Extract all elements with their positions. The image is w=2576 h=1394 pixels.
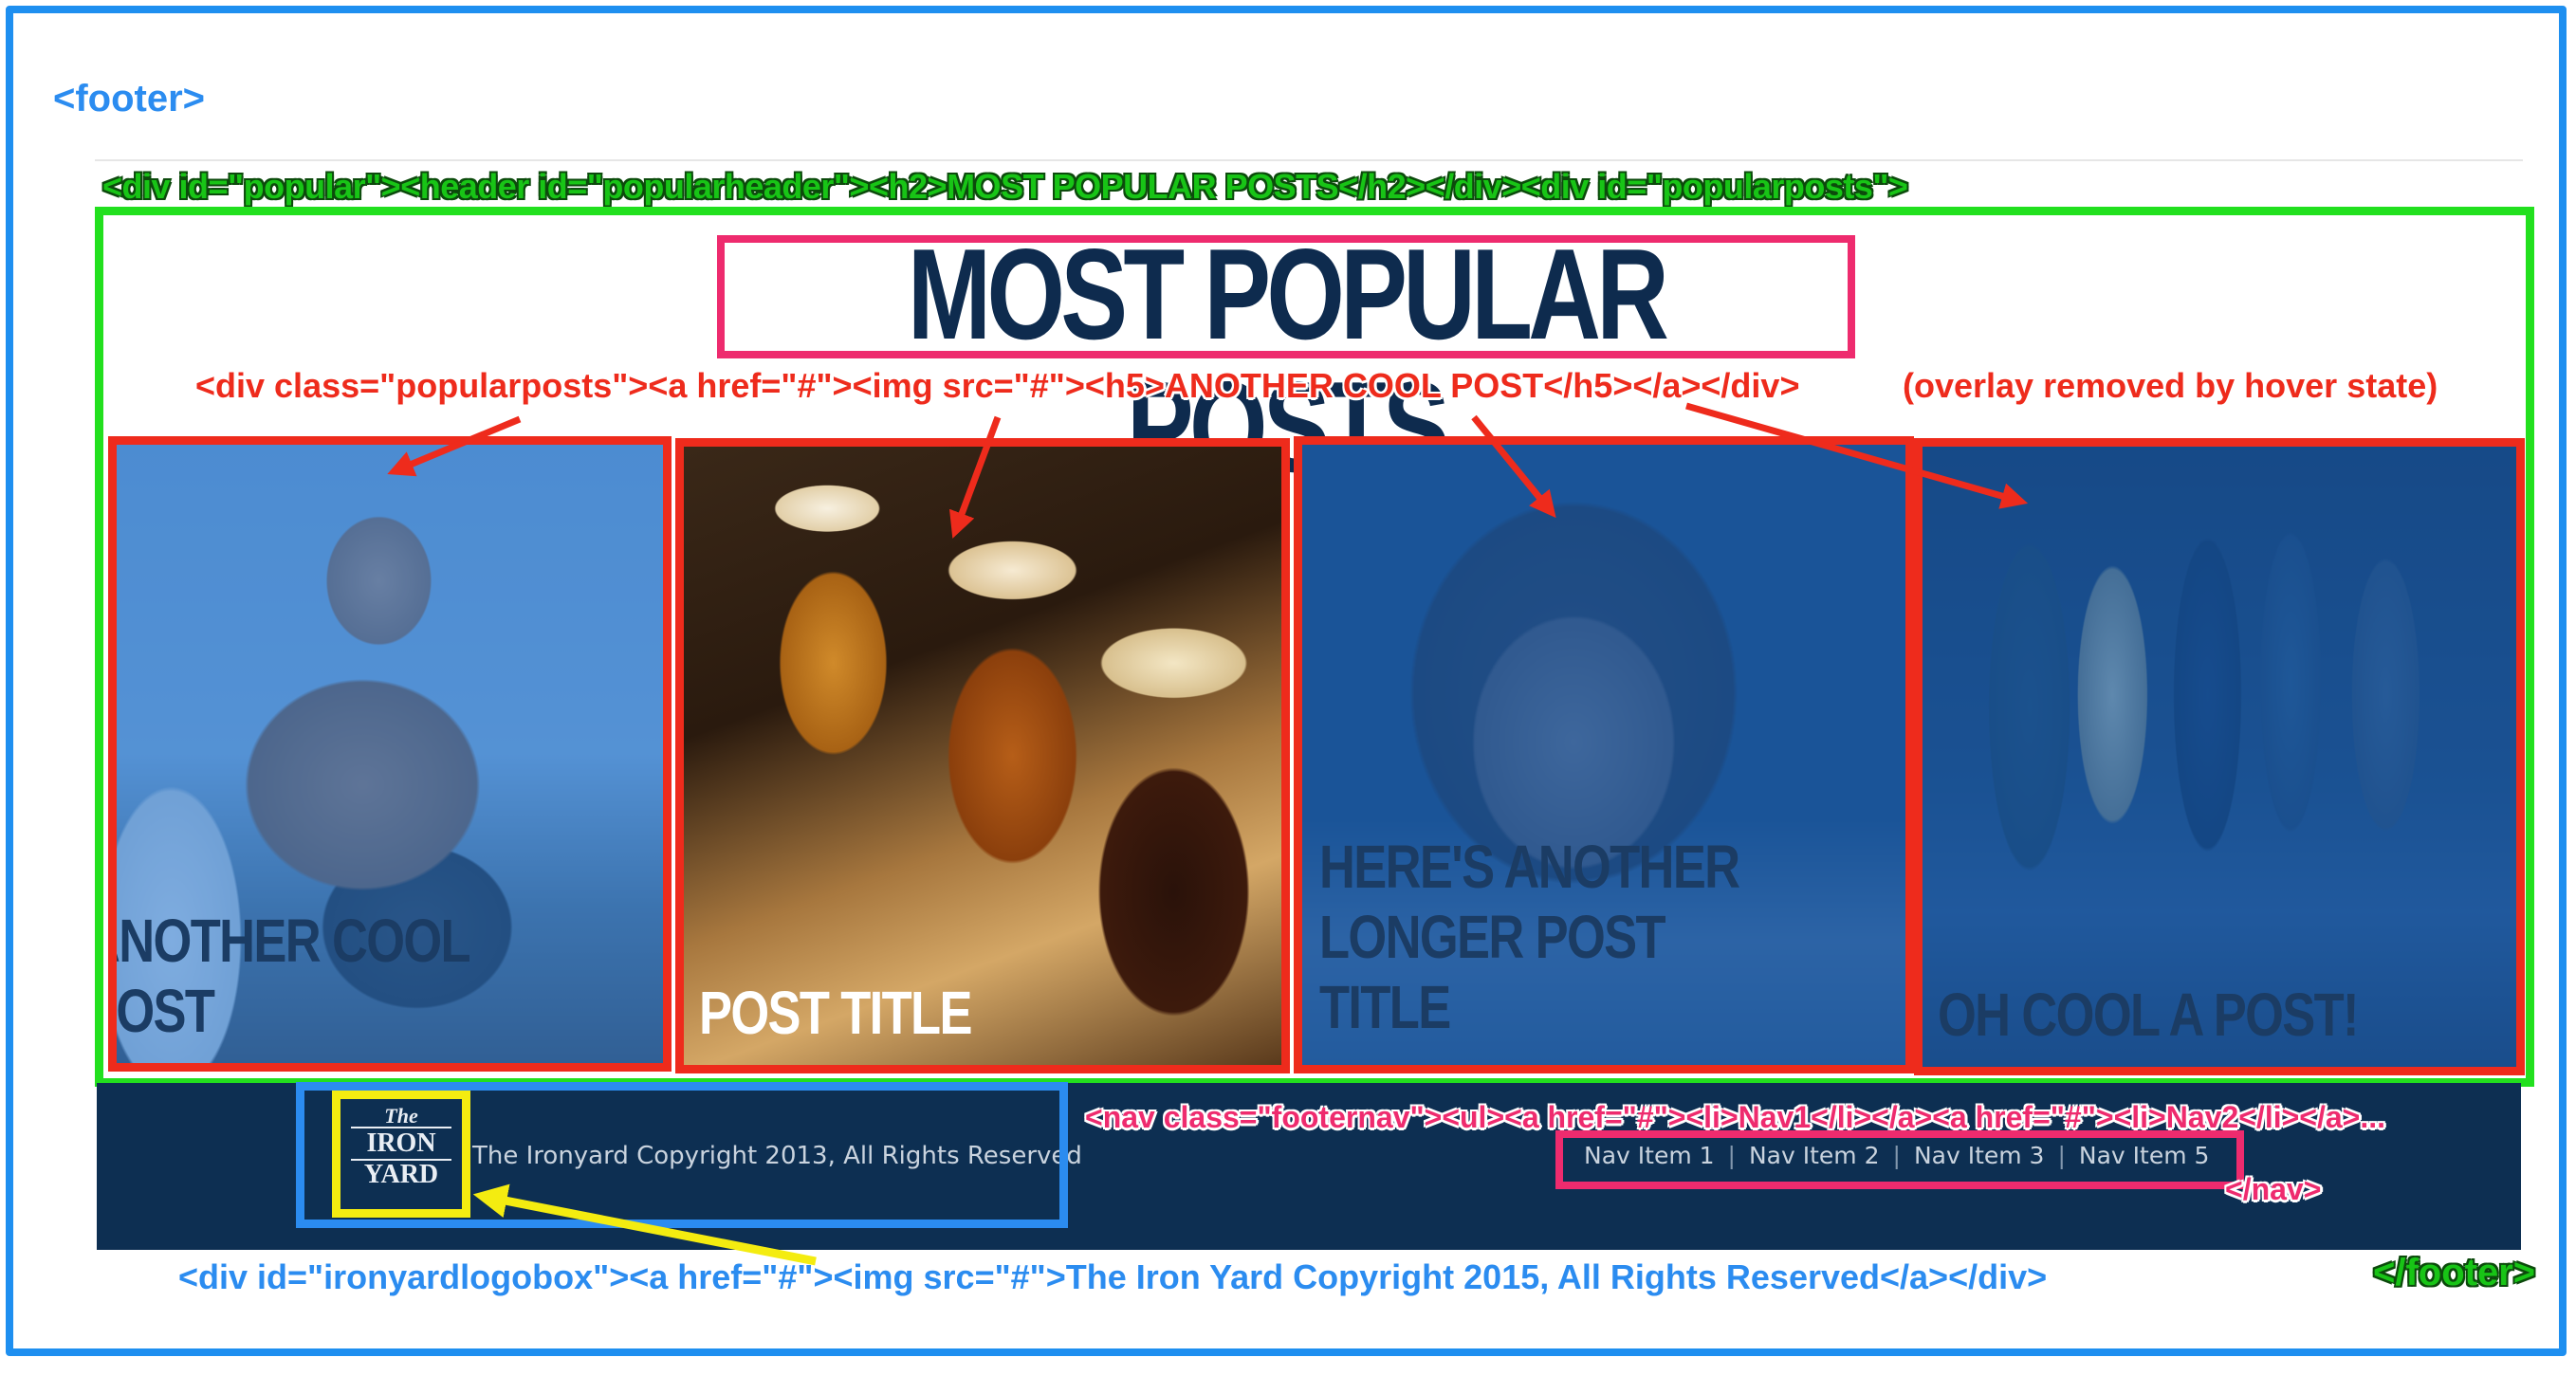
arrow-to-post-1 [387,415,522,477]
arrow-to-logo [472,1183,817,1266]
arrow-to-post-2 [948,415,1002,539]
arrow-to-post-4 [1685,402,2029,509]
annotation-arrows [387,402,2029,1266]
arrow-to-post-3 [1471,414,1556,519]
